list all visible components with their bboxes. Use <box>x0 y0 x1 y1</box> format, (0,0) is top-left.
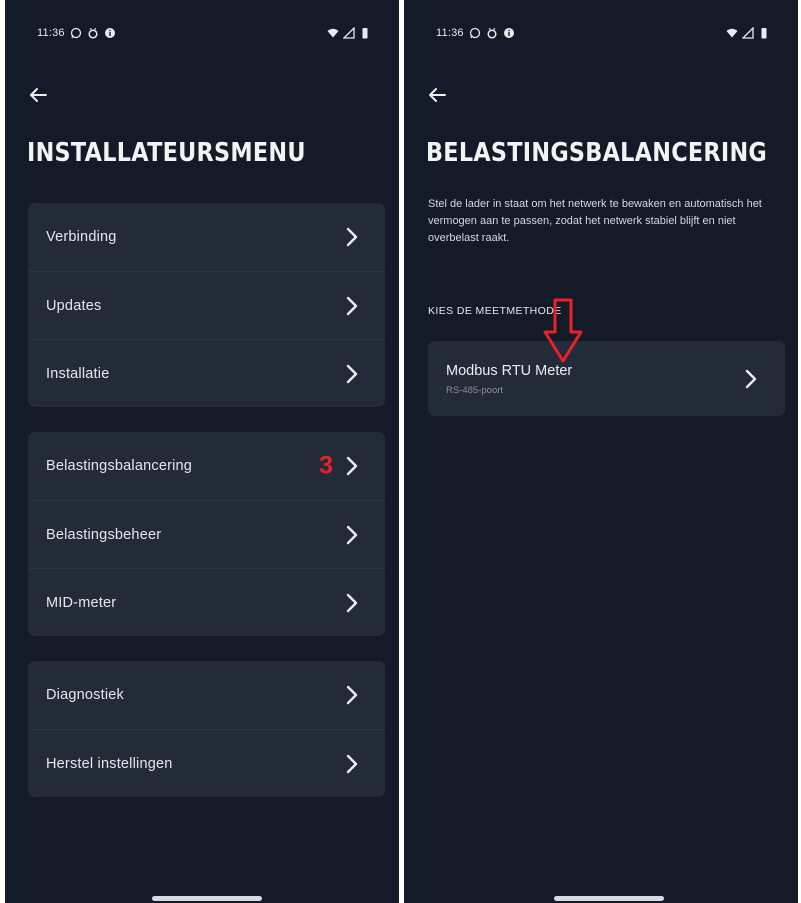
menu-item-updates[interactable]: Updates <box>28 271 385 339</box>
wifi-icon <box>726 28 738 38</box>
menu-item-herstel-instellingen[interactable]: Herstel instellingen <box>28 729 385 797</box>
menu-item-belastingsbeheer[interactable]: Belastingsbeheer <box>28 500 385 568</box>
status-right <box>327 27 371 39</box>
menu-item-label: Diagnostiek <box>46 687 124 703</box>
menu-item-belastingsbalancering[interactable]: Belastingsbalancering 3 <box>28 432 385 500</box>
page-title: INSTALLATEURSMENU <box>27 138 306 168</box>
chevron-right-icon <box>346 296 358 315</box>
signal-icon <box>343 27 355 39</box>
whatsapp-icon <box>70 27 81 39</box>
wifi-icon <box>327 28 339 38</box>
chevron-right-icon <box>346 525 358 544</box>
battery-icon <box>362 28 368 39</box>
screenshot-canvas: 11:36 INSTALLATEURSMENU Verbinding Updat… <box>0 0 801 903</box>
info-icon <box>503 28 514 38</box>
chevron-right-icon <box>346 364 358 383</box>
back-button[interactable] <box>23 80 53 110</box>
menu-item-label: Herstel instellingen <box>46 755 173 772</box>
chevron-right-icon <box>346 685 358 705</box>
chevron-right-icon <box>346 456 358 476</box>
menu-group-connection: Verbinding Updates Installatie <box>28 203 385 407</box>
menu-item-label: Verbinding <box>46 229 117 245</box>
info-icon <box>104 28 115 38</box>
menu-item-label: Belastingsbeheer <box>46 526 162 543</box>
chevron-right-icon <box>346 754 358 773</box>
phone-screen-installer-menu: 11:36 INSTALLATEURSMENU Verbinding Updat… <box>5 0 399 903</box>
status-bar: 11:36 <box>37 24 371 42</box>
menu-item-diagnostiek[interactable]: Diagnostiek <box>28 661 385 729</box>
step-number-annotation: 3 <box>319 451 333 480</box>
page-title: BELASTINGSBALANCERING <box>426 138 768 168</box>
method-title: Modbus RTU Meter <box>446 363 573 379</box>
chevron-right-icon <box>745 369 757 388</box>
menu-group-maintenance: Diagnostiek Herstel instellingen <box>28 661 385 797</box>
signal-icon <box>742 27 754 39</box>
menu-item-label: Installatie <box>46 365 110 382</box>
menu-group-load: Belastingsbalancering 3 Belastingsbeheer… <box>28 432 385 636</box>
menu-item-label: MID-meter <box>46 594 117 611</box>
status-time: 11:36 <box>37 27 65 39</box>
chevron-right-icon <box>346 593 358 612</box>
home-indicator[interactable] <box>152 896 262 901</box>
arrow-left-icon <box>30 88 47 102</box>
whatsapp-icon <box>469 27 480 39</box>
alarm-icon <box>88 27 98 39</box>
arrow-down-annotation-icon <box>543 298 583 363</box>
back-button[interactable] <box>422 80 452 110</box>
menu-item-installatie[interactable]: Installatie <box>28 339 385 407</box>
status-bar: 11:36 <box>436 24 770 42</box>
menu-item-mid-meter[interactable]: MID-meter <box>28 568 385 636</box>
home-indicator[interactable] <box>554 896 664 901</box>
method-option-modbus-rtu[interactable]: Modbus RTU Meter RS-485-poort <box>428 341 785 416</box>
status-time: 11:36 <box>436 27 464 39</box>
status-right <box>726 27 770 39</box>
menu-item-label: Belastingsbalancering <box>46 458 193 474</box>
alarm-icon <box>487 27 497 39</box>
menu-item-verbinding[interactable]: Verbinding <box>28 203 385 271</box>
battery-icon <box>761 28 767 39</box>
method-subtitle: RS-485-poort <box>446 385 504 396</box>
status-left: 11:36 <box>37 27 116 39</box>
description-text: Stel de lader in staat om het netwerk te… <box>428 198 762 244</box>
status-left: 11:36 <box>436 27 515 39</box>
menu-item-label: Updates <box>46 297 102 314</box>
phone-screen-load-balancing: 11:36 BELASTINGSBALANCERING Stel de lade… <box>404 0 798 903</box>
arrow-left-icon <box>429 88 446 102</box>
chevron-right-icon <box>346 227 358 247</box>
